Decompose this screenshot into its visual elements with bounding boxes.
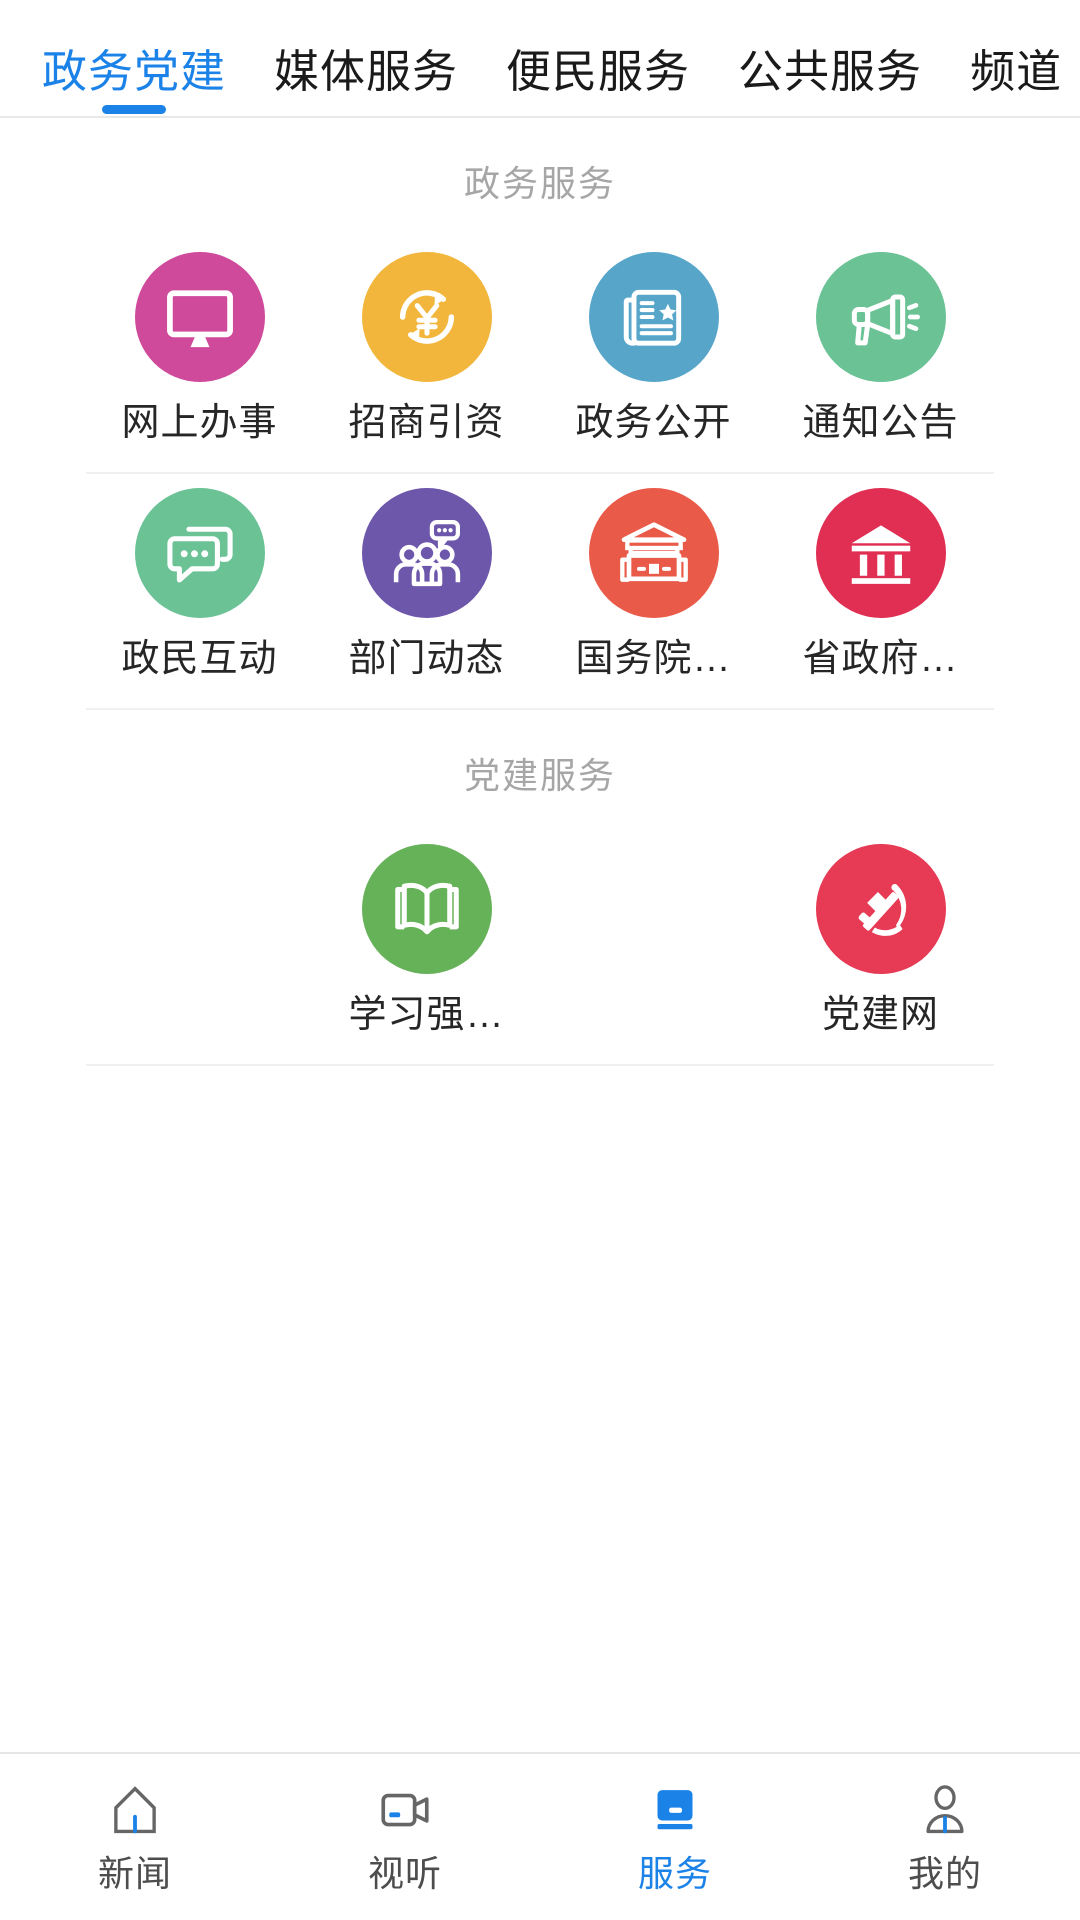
open-book-icon: [361, 844, 492, 974]
tab-label: 频道: [970, 46, 1063, 97]
nav-item-service[interactable]: 服务: [540, 1780, 810, 1894]
grid-spacer-mid: [540, 830, 767, 1064]
service-item-label: 部门动态: [348, 638, 505, 680]
service-item-label: 党建网: [821, 994, 939, 1036]
nav-item-label: 视听: [367, 1853, 442, 1894]
person-icon: [915, 1780, 975, 1840]
chinese-gate-icon: [588, 488, 719, 618]
government-service-grid: 网上办事 招商引资 政务公开 通知公告 政民互动 部门动态 国务院… 省政府…: [86, 238, 994, 710]
tab-label: 公共服务: [738, 46, 923, 97]
tab-label: 政务党建: [42, 46, 227, 97]
nav-item-news[interactable]: 新闻: [0, 1780, 270, 1894]
tab-meitifuwu[interactable]: 媒体服务: [250, 44, 482, 116]
app-screen: 政务党建 媒体服务 便民服务 公共服务 频道 政务服务 网上办事 招商引资 政务…: [0, 0, 1080, 1920]
service-item-zhaoshangyinzi[interactable]: 招商引资: [313, 238, 540, 474]
service-card-icon: [645, 1780, 705, 1840]
yuan-refresh-icon: [361, 252, 492, 382]
nav-item-label: 新闻: [97, 1853, 172, 1894]
service-item-label: 政民互动: [121, 638, 278, 680]
service-item-label: 招商引资: [348, 402, 505, 444]
service-item-wangshangbanshi[interactable]: 网上办事: [86, 238, 313, 474]
tab-pindao[interactable]: 频道: [946, 44, 1080, 116]
tab-gonggongfuwu[interactable]: 公共服务: [714, 44, 946, 116]
service-item-xuexiqiangguo[interactable]: 学习强…: [313, 830, 540, 1064]
service-item-bumendongtai[interactable]: 部门动态: [313, 474, 540, 710]
service-item-dangjianwang[interactable]: 党建网: [767, 830, 994, 1064]
category-tab-bar[interactable]: 政务党建 媒体服务 便民服务 公共服务 频道: [0, 0, 1080, 118]
megaphone-icon: [815, 252, 946, 382]
party-service-grid: 学习强… 党建网: [86, 830, 994, 1066]
service-item-label: 学习强…: [348, 994, 505, 1036]
nav-item-label: 我的: [907, 1853, 982, 1894]
government-building-icon: [815, 488, 946, 618]
service-item-zhengminhudong[interactable]: 政民互动: [86, 474, 313, 710]
tab-label: 便民服务: [506, 46, 691, 97]
tab-bianminfuwu[interactable]: 便民服务: [482, 44, 714, 116]
monitor-icon: [134, 252, 265, 382]
bottom-navigation-bar[interactable]: 新闻 视听 服务 我的: [0, 1752, 1080, 1920]
nav-item-mine[interactable]: 我的: [810, 1780, 1080, 1894]
grid-spacer-left: [86, 830, 313, 1064]
home-icon: [105, 1780, 165, 1840]
newspaper-star-icon: [588, 252, 719, 382]
tab-label: 媒体服务: [274, 46, 459, 97]
service-item-label: 网上办事: [121, 402, 278, 444]
service-item-shengzhengfu[interactable]: 省政府…: [767, 474, 994, 710]
service-item-guowuyuan[interactable]: 国务院…: [540, 474, 767, 710]
tab-active-indicator: [102, 105, 166, 114]
hammer-sickle-icon: [815, 844, 946, 974]
video-camera-icon: [375, 1780, 435, 1840]
tab-zhengwudangjian[interactable]: 政务党建: [18, 44, 250, 116]
service-item-zhengwugongkai[interactable]: 政务公开: [540, 238, 767, 474]
nav-item-label: 服务: [637, 1853, 712, 1894]
people-group-icon: [361, 488, 492, 618]
service-content-scroll[interactable]: 政务服务 网上办事 招商引资 政务公开 通知公告 政民互动 部门动态 国务院… …: [0, 118, 1080, 1752]
nav-item-video[interactable]: 视听: [270, 1780, 540, 1894]
service-item-label: 省政府…: [802, 638, 959, 680]
chat-bubbles-icon: [134, 488, 265, 618]
service-item-label: 国务院…: [575, 638, 732, 680]
section-title-government: 政务服务: [463, 163, 616, 204]
service-item-tongzhigonggao[interactable]: 通知公告: [767, 238, 994, 474]
service-item-label: 政务公开: [575, 402, 732, 444]
section-title-party: 党建服务: [463, 755, 616, 796]
service-item-label: 通知公告: [802, 402, 959, 444]
